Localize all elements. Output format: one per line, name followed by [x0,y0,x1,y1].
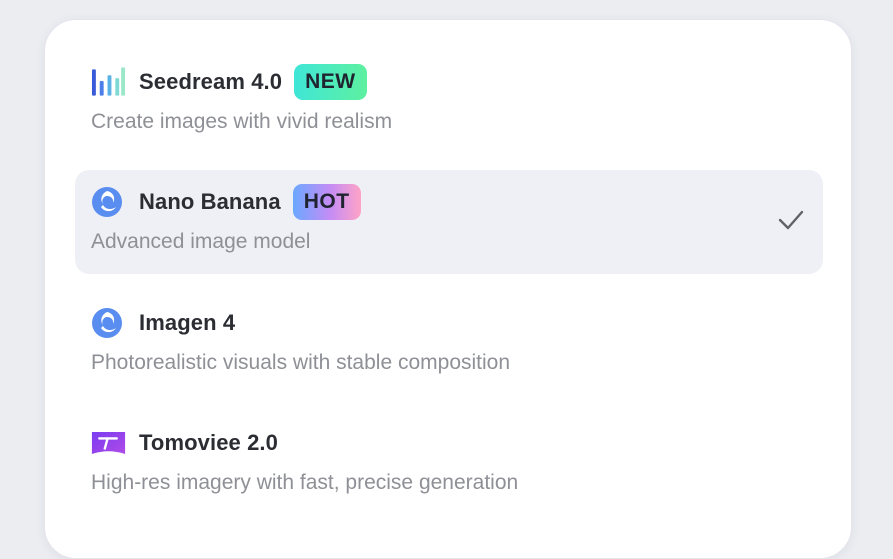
model-description: Photorealistic visuals with stable compo… [91,351,511,374]
model-name: Tomoviee 2.0 [139,430,278,455]
check-icon [778,210,804,230]
model-option-imagen[interactable]: Imagen 4 Photorealistic visuals with sta… [75,291,823,395]
seedream-logo-icon [91,66,126,98]
model-name: Seedream 4.0 [139,69,283,94]
model-option-seedream[interactable]: Seedream 4.0 NEW Create images with vivi… [75,50,823,154]
model-option-tomoviee[interactable]: Tomoviee 2.0 High-res imagery with fast,… [75,411,823,515]
new-badge: NEW [294,64,367,100]
tomoviee-logo-icon [91,427,126,459]
hot-badge: HOT [292,184,361,220]
imagen-logo-icon [91,307,126,339]
model-name: Nano Banana [139,189,281,214]
model-description: Advanced image model [91,230,311,253]
model-description: High-res imagery with fast, precise gene… [91,471,519,494]
model-name: Imagen 4 [139,310,236,335]
model-select-menu: Seedream 4.0 NEW Create images with vivi… [44,19,852,559]
model-description: Create images with vivid realism [91,110,393,133]
nano-banana-logo-icon [91,186,126,218]
model-option-nano-banana[interactable]: Nano Banana HOT Advanced image model [75,170,823,274]
